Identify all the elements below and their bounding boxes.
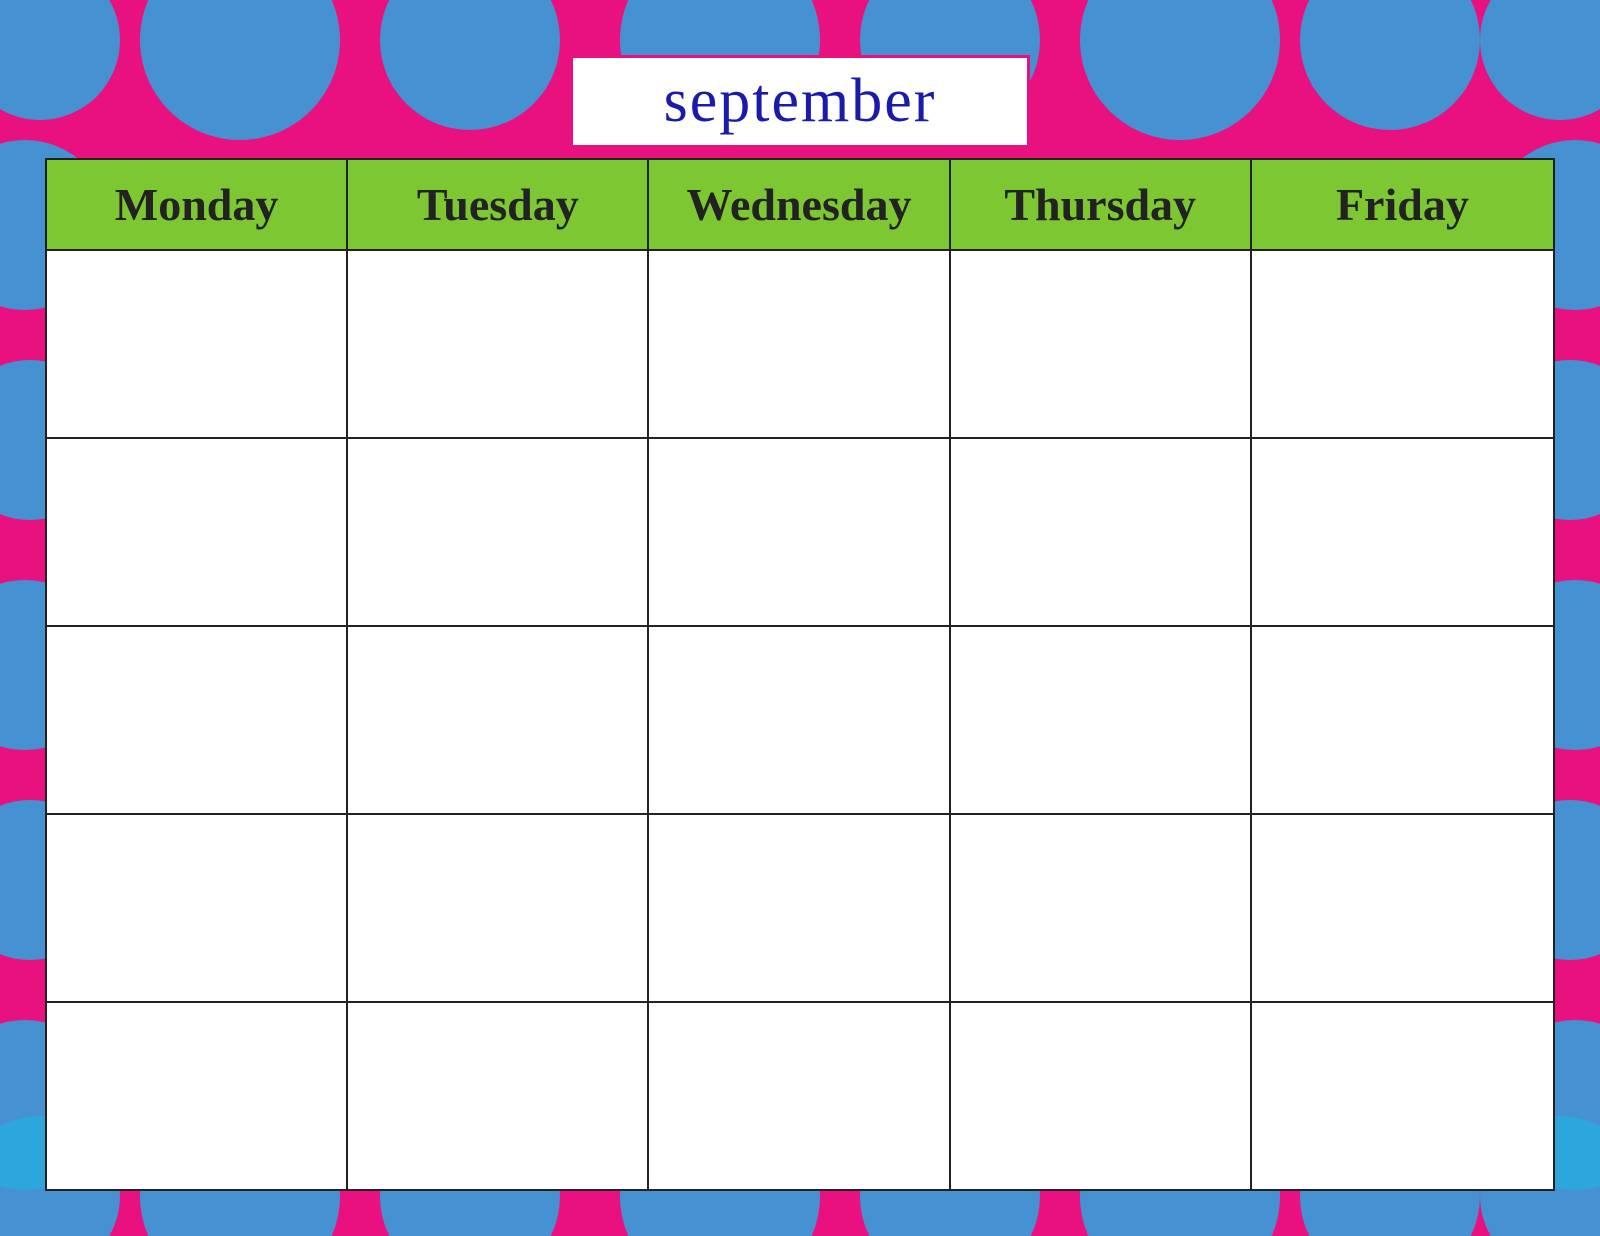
calendar-row-3 bbox=[47, 627, 1553, 815]
cell-1-2[interactable] bbox=[348, 251, 649, 437]
header-tuesday: Tuesday bbox=[348, 160, 649, 249]
cell-4-2[interactable] bbox=[348, 815, 649, 1001]
cell-4-4[interactable] bbox=[951, 815, 1252, 1001]
cell-3-1[interactable] bbox=[47, 627, 348, 813]
month-title: september bbox=[664, 67, 937, 135]
calendar-grid: Monday Tuesday Wednesday Thursday Friday bbox=[45, 158, 1555, 1191]
cell-5-3[interactable] bbox=[649, 1003, 950, 1189]
cell-4-5[interactable] bbox=[1252, 815, 1553, 1001]
cell-4-1[interactable] bbox=[47, 815, 348, 1001]
cell-2-3[interactable] bbox=[649, 439, 950, 625]
cell-5-1[interactable] bbox=[47, 1003, 348, 1189]
cell-1-5[interactable] bbox=[1252, 251, 1553, 437]
cell-1-1[interactable] bbox=[47, 251, 348, 437]
calendar-row-5 bbox=[47, 1003, 1553, 1189]
header-monday: Monday bbox=[47, 160, 348, 249]
cell-1-3[interactable] bbox=[649, 251, 950, 437]
cell-2-5[interactable] bbox=[1252, 439, 1553, 625]
header-friday: Friday bbox=[1252, 160, 1553, 249]
cell-5-5[interactable] bbox=[1252, 1003, 1553, 1189]
cell-2-1[interactable] bbox=[47, 439, 348, 625]
cell-3-2[interactable] bbox=[348, 627, 649, 813]
cell-3-4[interactable] bbox=[951, 627, 1252, 813]
calendar-row-1 bbox=[47, 251, 1553, 439]
cell-2-4[interactable] bbox=[951, 439, 1252, 625]
cell-5-2[interactable] bbox=[348, 1003, 649, 1189]
month-title-box: september bbox=[570, 55, 1030, 148]
cell-1-4[interactable] bbox=[951, 251, 1252, 437]
cell-5-4[interactable] bbox=[951, 1003, 1252, 1189]
cell-3-5[interactable] bbox=[1252, 627, 1553, 813]
calendar-row-4 bbox=[47, 815, 1553, 1003]
calendar-wrapper: september Monday Tuesday Wednesday Thurs… bbox=[45, 55, 1555, 1191]
header-thursday: Thursday bbox=[951, 160, 1252, 249]
calendar-rows bbox=[47, 249, 1553, 1189]
calendar-row-2 bbox=[47, 439, 1553, 627]
day-headers-row: Monday Tuesday Wednesday Thursday Friday bbox=[47, 160, 1553, 249]
cell-4-3[interactable] bbox=[649, 815, 950, 1001]
cell-3-3[interactable] bbox=[649, 627, 950, 813]
header-wednesday: Wednesday bbox=[649, 160, 950, 249]
cell-2-2[interactable] bbox=[348, 439, 649, 625]
